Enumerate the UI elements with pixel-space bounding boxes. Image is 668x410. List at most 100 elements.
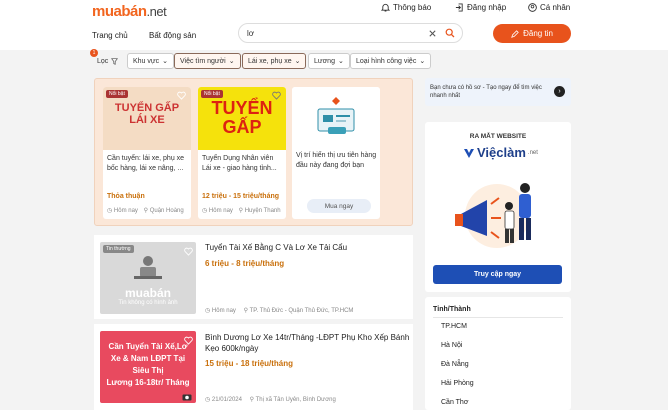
image-text: TUYỂN xyxy=(211,98,273,118)
image-text: Siêu Thị xyxy=(132,366,164,375)
person-laptop-illustration xyxy=(134,256,162,279)
chevron-down-icon: ⌄ xyxy=(419,58,426,65)
listing-title[interactable]: Tuyển Tài Xế Bằng C Và Lơ Xe Tải Cẩu xyxy=(205,242,347,253)
card-location: Quận Hoàng xyxy=(149,208,184,214)
account-link[interactable]: Cá nhân xyxy=(528,3,570,12)
filter-region[interactable]: Khu vực ⌄ xyxy=(127,53,174,69)
launch-title: RA MẮT WEBSITE xyxy=(469,133,527,140)
placeholder-logo: muabán xyxy=(124,286,171,300)
search-box[interactable]: lơ xyxy=(238,23,463,43)
filter-salary[interactable]: Lương ⌄ xyxy=(308,53,350,69)
filter-salary-label: Lương xyxy=(314,57,335,65)
filter-category[interactable]: Lái xe, phụ xe ⌄ xyxy=(242,53,307,69)
listing-thumbnail: Cần Tuyển Tài Xế,Lơ Xe & Nam LĐPT Tại Si… xyxy=(100,331,196,403)
card-title: Cần tuyển: lái xe, phụ xe bốc hàng, lái … xyxy=(107,155,185,172)
region-item[interactable]: TP.HCM xyxy=(441,323,467,330)
card-time: Hôm nay xyxy=(113,208,138,214)
region-item[interactable]: Cần Thơ xyxy=(441,399,468,406)
funnel-icon xyxy=(111,57,119,65)
edit-icon xyxy=(511,29,519,38)
pin-icon: ⚲ xyxy=(249,397,255,403)
arrow-right-icon[interactable]: › xyxy=(554,86,565,97)
featured-card[interactable]: TUYỂN GẤP Nổi bật Tuyển Dụng Nhân viên L… xyxy=(198,87,286,219)
nav-home[interactable]: Trang chủ xyxy=(92,31,128,40)
divider xyxy=(433,317,563,318)
post-ad-label: Đăng tin xyxy=(523,29,553,38)
logo-suffix: .net xyxy=(146,4,167,19)
header: muabán.net Thông báo Đăng nhập Cá nhân T… xyxy=(0,0,668,50)
filter-region-label: Khu vực xyxy=(133,57,160,65)
card-title: Tuyển Dụng Nhân viên Lái xe - giao hàng … xyxy=(202,155,277,172)
heart-icon[interactable] xyxy=(184,247,193,256)
filter-job-type-label: Việc tìm người xyxy=(180,57,226,65)
featured-panel: TUYỂN GẤP LÁI XE Nổi bật Cần tuyển: lái … xyxy=(94,78,413,226)
logo[interactable]: muabán.net xyxy=(92,3,167,20)
listing-price: 15 triệu - 18 triệu/tháng xyxy=(205,359,294,368)
nav-real-estate[interactable]: Bất động sản xyxy=(149,31,196,40)
promo-slot-text: Vị trí hiển thị ưu tiên hàng đầu này đan… xyxy=(296,152,377,169)
listing-time: Hôm nay xyxy=(211,308,236,314)
notifications-label: Thông báo xyxy=(393,3,432,12)
pin-icon: ⚲ xyxy=(238,208,244,214)
region-item[interactable]: Hải Phòng xyxy=(441,380,474,387)
listing-thumbnail: Tin thường muabán Tin không có hình ảnh xyxy=(100,242,196,314)
region-item[interactable]: Đà Nẵng xyxy=(441,361,469,368)
user-icon xyxy=(528,3,537,12)
clock-icon: ◷ xyxy=(205,308,211,314)
search-input[interactable]: lơ xyxy=(247,29,254,38)
featured-card[interactable]: TUYỂN GẤP LÁI XE Nổi bật Cần tuyển: lái … xyxy=(103,87,191,219)
login-icon xyxy=(455,3,463,12)
no-image-text: Tin không có hình ảnh xyxy=(118,300,178,306)
card-meta: ◷ Hôm nay ⚲ Huyện Thanh xyxy=(202,207,281,214)
listing-price: 6 triệu - 8 triệu/tháng xyxy=(205,259,285,268)
clock-icon: ◷ xyxy=(107,208,113,214)
listing-title[interactable]: Bình Dương Lơ Xe 14tr/Tháng -LĐPT Phụ Kh… xyxy=(205,332,409,354)
listing-time: 21/01/2024 xyxy=(211,397,242,403)
vieclam-ad[interactable]: RA MẮT WEBSITE Việclàm .net Truy cập nga… xyxy=(425,122,571,292)
filter-job-type[interactable]: Việc tìm người ⌄ xyxy=(174,53,241,69)
image-text: LÁI XE xyxy=(129,114,165,126)
image-text: TUYỂN GẤP xyxy=(114,102,180,114)
chevron-down-icon: ⌄ xyxy=(294,58,301,65)
heart-icon[interactable] xyxy=(177,91,186,100)
region-panel: Tỉnh/Thành TP.HCM Hà Nội Đà Nẵng Hải Phò… xyxy=(425,297,571,410)
login-label: Đăng nhập xyxy=(467,3,507,12)
listing-card[interactable]: Cần Tuyển Tài Xế,Lơ Xe & Nam LĐPT Tại Si… xyxy=(94,324,413,410)
clock-icon: ◷ xyxy=(205,397,211,403)
image-text: Lương 16-18tr/ Tháng xyxy=(106,378,190,387)
heart-icon[interactable] xyxy=(272,91,281,100)
image-text: Cần Tuyển Tài Xế,Lơ xyxy=(108,342,188,351)
listing-title-line: Bình Dương Lơ Xe 14tr/Tháng -LĐPT Phụ Kh… xyxy=(205,333,410,342)
login-link[interactable]: Đăng nhập xyxy=(455,3,506,12)
image-text: GẤP xyxy=(222,117,262,137)
account-label: Cá nhân xyxy=(540,3,571,12)
promo-slot-card: Vị trí hiển thị ưu tiên hàng đầu này đan… xyxy=(292,87,380,219)
region-item[interactable]: Hà Nội xyxy=(441,342,462,349)
featured-tag: Nổi bật xyxy=(106,90,128,98)
pin-icon: ⚲ xyxy=(243,308,249,314)
card-time: Hôm nay xyxy=(208,208,233,214)
filter-category-label: Lái xe, phụ xe xyxy=(248,57,292,65)
megaphone-illustration xyxy=(455,183,531,248)
buy-now-button[interactable]: Mua ngay xyxy=(307,199,371,213)
card-price: Thỏa thuận xyxy=(107,193,145,200)
bell-icon xyxy=(381,3,390,12)
filter-work-type[interactable]: Loại hình công việc ⌄ xyxy=(350,53,432,69)
logo-main: muabán xyxy=(92,3,147,20)
listing-tag: Tin thường xyxy=(103,245,134,253)
promo-illustration xyxy=(292,87,380,150)
listing-meta: ◷ Hôm nay ⚲ TP. Thủ Đức - Quận Thủ Đức, … xyxy=(205,307,353,314)
listing-location: Thị xã Tân Uyên, Bình Dương xyxy=(255,397,336,403)
clear-icon[interactable] xyxy=(428,29,437,38)
visit-now-button[interactable]: Truy cập ngay xyxy=(433,265,562,284)
post-ad-button[interactable]: Đăng tin xyxy=(493,24,571,43)
clock-icon: ◷ xyxy=(202,208,208,214)
search-icon[interactable] xyxy=(445,28,455,38)
filter-label: Lọc xyxy=(97,57,109,65)
listing-card[interactable]: Tin thường muabán Tin không có hình ảnh … xyxy=(94,235,413,319)
create-cv-banner[interactable]: Bạn chưa có hồ sơ - Tạo ngay để tìm việc… xyxy=(425,78,571,106)
card-price: 12 triệu - 15 triệu/tháng xyxy=(202,193,280,200)
notifications-link[interactable]: Thông báo xyxy=(381,3,431,12)
chevron-down-icon: ⌄ xyxy=(337,58,344,65)
heart-icon[interactable] xyxy=(184,336,193,345)
